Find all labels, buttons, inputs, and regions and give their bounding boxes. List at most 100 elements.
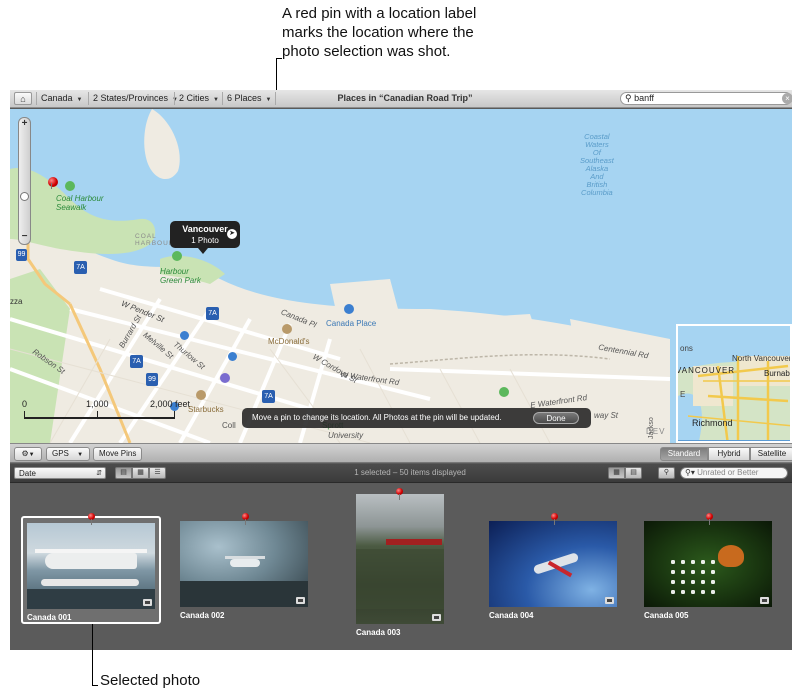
photo-thumbnail[interactable]: Canada 004	[486, 521, 618, 621]
zoom-out-icon[interactable]: −	[19, 232, 30, 243]
map-type-standard[interactable]: Standard	[660, 447, 708, 461]
overview-map[interactable]: ons North Vancouver VANCOUVER Burnab E R…	[676, 324, 792, 443]
photo-image	[489, 521, 617, 607]
home-icon: ⌂	[20, 94, 26, 104]
photo-thumbnail[interactable]: Canada 005	[641, 521, 776, 621]
inset-e-label: E	[680, 390, 686, 399]
inset-north-vancouver-label: North Vancouver	[732, 354, 792, 363]
breadcrumb-cities[interactable]: 2 Cities ▼	[174, 92, 223, 105]
photo-thumbnail[interactable]: Canada 003	[356, 494, 448, 650]
dock	[27, 589, 155, 609]
places-window: ⌂ Canada ▼ 2 States/Provinces ▼ 2 Cities ▼ …	[10, 90, 792, 650]
butterfly	[718, 545, 744, 567]
scale-tick-2000: 2,000 feet	[150, 399, 191, 409]
window-title: Places in “Canadian Road Trip”	[337, 93, 473, 103]
gps-menu-button[interactable]: GPS ▼	[46, 447, 90, 461]
starbucks-label: Starbucks	[188, 405, 224, 414]
route-shield-7a: 7A	[206, 307, 219, 320]
thumbnails-icon: ▦	[613, 469, 620, 476]
pin-callout-text: A red pin with a location label marks th…	[282, 4, 476, 61]
selection-status: 1 selected – 50 items displayed	[354, 468, 466, 477]
breadcrumb-places[interactable]: 6 Places ▼	[222, 92, 277, 105]
filmstrip-view-button[interactable]: ▤	[115, 467, 132, 479]
zoom-in-icon[interactable]: +	[19, 119, 30, 130]
route-shield-99: 99	[16, 249, 27, 261]
move-pins-button[interactable]: Move Pins	[93, 447, 143, 461]
gas-poi-icon	[228, 352, 237, 361]
way-st-label: way St	[594, 411, 619, 420]
thumbnail-view-button[interactable]: ▦	[608, 467, 625, 479]
coal-harbour-label: COAL HARBOUR	[135, 233, 175, 247]
zza-label: zza	[10, 297, 23, 306]
photo-caption: Canada 005	[644, 611, 689, 620]
coal-harbour-seawalk-label: Coal Harbour Seawalk	[56, 194, 104, 212]
photo-location-pin	[88, 513, 95, 525]
zoom-view-button[interactable]: ⚲	[658, 467, 675, 479]
places-toolbar: ⌂ Canada ▼ 2 States/Provinces ▼ 2 Cities ▼ …	[10, 90, 792, 108]
pin-callout-leader-top	[276, 58, 282, 59]
search-field[interactable]: ⚲ banff ×	[620, 92, 792, 105]
move-pin-message-text: Move a pin to change its location. All P…	[252, 413, 502, 422]
chevron-down-icon: ▼	[77, 452, 84, 458]
photo-caption: Canada 004	[489, 611, 534, 620]
selected-photo-callout: Selected photo	[100, 672, 201, 689]
photo-location-pin	[551, 513, 558, 525]
list-view-button[interactable]: ☰	[149, 467, 166, 479]
map-type-hybrid[interactable]: Hybrid	[708, 447, 750, 461]
zoom-slider[interactable]: + −	[18, 117, 31, 245]
metadata-view-button[interactable]: ▤	[625, 467, 642, 479]
selected-photo-leader-vertical	[92, 624, 93, 686]
inset-burnaby-label: Burnab	[764, 369, 790, 378]
search-value: banff	[634, 93, 654, 103]
chevron-down-icon: ▼	[28, 452, 35, 458]
photo-location-pin	[396, 488, 403, 500]
grid-icon: ▦	[137, 469, 144, 476]
seaplane-wing	[35, 549, 147, 553]
photo-image	[27, 523, 155, 609]
canada-place-label: Canada Place	[326, 319, 377, 328]
photo-image	[356, 494, 444, 624]
stepper-icon: ⇵	[96, 470, 102, 477]
photo-caption: Canada 001	[27, 613, 72, 622]
vancouver-location-label[interactable]: Vancouver 1 Photo ➤	[170, 221, 240, 254]
photo-caption: Canada 003	[356, 628, 401, 637]
breadcrumb-states[interactable]: 2 States/Provinces ▼	[88, 92, 182, 105]
arrow-right-icon[interactable]: ➤	[227, 229, 237, 239]
breadcrumb-country[interactable]: Canada ▼	[36, 92, 86, 105]
filter-placeholder: Unrated or Better	[697, 468, 759, 477]
location-pin[interactable]	[48, 177, 58, 189]
photo-thumbnail-selected[interactable]: Canada 001	[21, 516, 161, 624]
magnify-icon: ⚲	[663, 469, 670, 476]
north-island	[144, 109, 180, 180]
plane-wing	[225, 556, 265, 559]
selected-photo-leader-horizontal	[92, 685, 98, 686]
east-pier	[450, 314, 540, 347]
action-menu-button[interactable]: ⚙▼	[14, 447, 42, 461]
location-badge-icon	[432, 614, 441, 621]
clear-search-icon[interactable]: ×	[782, 93, 792, 104]
sort-select[interactable]: Date ⇵	[14, 467, 106, 479]
plane-silhouette	[230, 559, 260, 567]
seaplane-floats	[41, 579, 139, 586]
park-poi-icon	[65, 181, 75, 191]
map-view[interactable]: Coastal Waters Of Southeast Alaska And B…	[10, 109, 792, 443]
location-badge-icon	[605, 597, 614, 604]
location-badge-icon	[760, 597, 769, 604]
chevron-down-icon: ▼	[213, 97, 219, 103]
cafe-poi-icon	[196, 390, 206, 400]
photo-thumbnail[interactable]: Canada 002	[177, 521, 309, 621]
map-control-bar: ⚙▼ GPS ▼ Move Pins Standard Hybrid Satel…	[10, 443, 792, 463]
home-button[interactable]: ⌂	[14, 92, 32, 105]
zoom-thumb[interactable]	[20, 192, 29, 201]
tooltip-nib	[198, 248, 208, 254]
gas-poi-icon	[180, 331, 189, 340]
chevron-down-icon: ▼	[265, 97, 272, 103]
rating-filter[interactable]: ⚲▾ Unrated or Better	[680, 467, 788, 479]
hillside	[356, 549, 444, 609]
map-type-satellite[interactable]: Satellite	[750, 447, 792, 461]
done-button[interactable]: Done	[533, 412, 579, 424]
callout-line-2: marks the location where the	[282, 24, 474, 41]
chevron-down-icon: ▼	[76, 97, 83, 103]
restaurant-poi-icon	[282, 324, 292, 334]
grid-view-button[interactable]: ▦	[132, 467, 149, 479]
